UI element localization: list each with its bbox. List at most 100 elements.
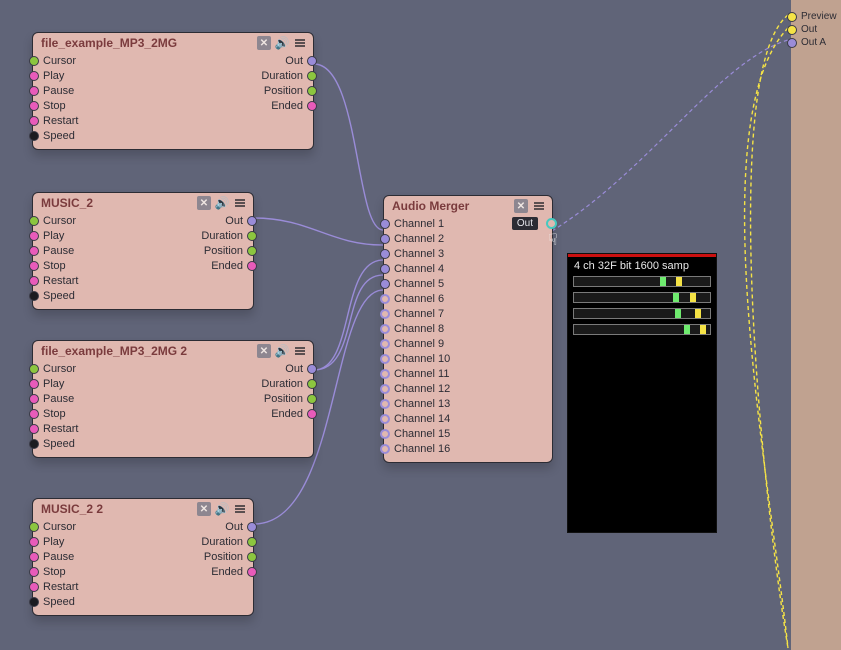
input-port[interactable]	[29, 409, 39, 419]
channel-label: Channel 6	[394, 293, 444, 305]
close-icon[interactable]: ✕	[514, 199, 528, 213]
channel-port[interactable]	[380, 294, 390, 304]
input-port[interactable]	[29, 291, 39, 301]
menu-icon[interactable]	[293, 344, 307, 358]
input-port[interactable]	[29, 56, 39, 66]
close-icon[interactable]: ✕	[197, 502, 211, 516]
output-label: Position	[264, 393, 303, 405]
merger-out-port[interactable]	[546, 218, 557, 229]
channel-port[interactable]	[380, 279, 390, 289]
output-port[interactable]	[247, 216, 257, 226]
channel-port[interactable]	[380, 369, 390, 379]
input-port[interactable]	[29, 86, 39, 96]
input-port[interactable]	[29, 567, 39, 577]
input-port[interactable]	[29, 582, 39, 592]
output-label: Duration	[261, 70, 303, 82]
node-file-example-mp3-2mg-2[interactable]: file_example_MP3_2MG 2 ✕ 🔊 CursorOutPlay…	[32, 340, 314, 458]
input-port[interactable]	[29, 394, 39, 404]
output-label: Position	[204, 551, 243, 563]
output-port[interactable]	[247, 552, 257, 562]
input-port[interactable]	[29, 71, 39, 81]
audio-meter	[573, 292, 711, 303]
audio-meter	[573, 276, 711, 287]
output-port[interactable]	[307, 409, 317, 419]
channel-port[interactable]	[380, 309, 390, 319]
channel-port[interactable]	[380, 444, 390, 454]
input-label: Pause	[43, 245, 74, 257]
input-port[interactable]	[29, 131, 39, 141]
node-audio-merger[interactable]: Audio Merger ✕ Channel 1OutChannel 2Chan…	[383, 195, 553, 463]
input-port[interactable]	[29, 231, 39, 241]
input-port[interactable]	[29, 522, 39, 532]
output-item[interactable]: Out	[791, 23, 841, 36]
input-port[interactable]	[29, 424, 39, 434]
speaker-icon[interactable]: 🔊	[215, 196, 229, 210]
input-port[interactable]	[29, 364, 39, 374]
close-icon[interactable]: ✕	[197, 196, 211, 210]
output-port[interactable]	[307, 379, 317, 389]
input-port[interactable]	[29, 116, 39, 126]
channel-label: Channel 5	[394, 278, 444, 290]
channel-port[interactable]	[380, 354, 390, 364]
channel-port[interactable]	[380, 219, 390, 229]
menu-icon[interactable]	[293, 36, 307, 50]
merger-out-label: Out	[512, 217, 538, 230]
close-icon[interactable]: ✕	[257, 36, 271, 50]
output-port[interactable]	[247, 522, 257, 532]
node-music-2-2[interactable]: MUSIC_2 2 ✕ 🔊 CursorOutPlayDurationPause…	[32, 498, 254, 616]
output-port[interactable]	[247, 537, 257, 547]
input-port[interactable]	[29, 101, 39, 111]
channel-port[interactable]	[380, 234, 390, 244]
menu-icon[interactable]	[233, 502, 247, 516]
input-port[interactable]	[29, 439, 39, 449]
output-port[interactable]	[307, 56, 317, 66]
speaker-icon[interactable]: 🔊	[275, 36, 289, 50]
input-port[interactable]	[29, 597, 39, 607]
channel-port[interactable]	[380, 264, 390, 274]
output-port[interactable]	[307, 101, 317, 111]
output-port[interactable]	[247, 261, 257, 271]
channel-port[interactable]	[380, 429, 390, 439]
close-icon[interactable]: ✕	[257, 344, 271, 358]
speaker-icon[interactable]: 🔊	[215, 502, 229, 516]
node-music-2[interactable]: MUSIC_2 ✕ 🔊 CursorOutPlayDurationPausePo…	[32, 192, 254, 310]
output-label: Duration	[201, 536, 243, 548]
channel-port[interactable]	[380, 249, 390, 259]
output-port[interactable]	[787, 12, 797, 22]
audio-meter-panel[interactable]: 4 ch 32F bit 1600 samp	[567, 253, 717, 533]
channel-port[interactable]	[380, 384, 390, 394]
input-port[interactable]	[29, 216, 39, 226]
input-port[interactable]	[29, 379, 39, 389]
input-port[interactable]	[29, 537, 39, 547]
output-port[interactable]	[307, 71, 317, 81]
channel-port[interactable]	[380, 324, 390, 334]
output-port[interactable]	[247, 567, 257, 577]
channel-port[interactable]	[380, 339, 390, 349]
output-port[interactable]	[787, 38, 797, 48]
output-item[interactable]: Preview	[791, 10, 841, 23]
speaker-icon[interactable]: 🔊	[275, 344, 289, 358]
channel-port[interactable]	[380, 414, 390, 424]
output-port[interactable]	[247, 231, 257, 241]
channel-port[interactable]	[380, 399, 390, 409]
input-label: Restart	[43, 275, 78, 287]
channel-label: Channel 16	[394, 443, 450, 455]
output-port[interactable]	[247, 246, 257, 256]
input-port[interactable]	[29, 552, 39, 562]
audio-meter	[573, 324, 711, 335]
output-item[interactable]: Out A	[791, 36, 841, 49]
output-port[interactable]	[307, 394, 317, 404]
output-label: Out	[801, 24, 817, 35]
output-label: Out	[285, 55, 303, 67]
menu-icon[interactable]	[233, 196, 247, 210]
output-port[interactable]	[787, 25, 797, 35]
menu-icon[interactable]	[532, 199, 546, 213]
node-file-example-mp3-2mg[interactable]: file_example_MP3_2MG ✕ 🔊 CursorOutPlayDu…	[32, 32, 314, 150]
output-port[interactable]	[307, 364, 317, 374]
input-port[interactable]	[29, 276, 39, 286]
input-port[interactable]	[29, 261, 39, 271]
input-port[interactable]	[29, 246, 39, 256]
input-label: Play	[43, 70, 64, 82]
node-canvas[interactable]: file_example_MP3_2MG ✕ 🔊 CursorOutPlayDu…	[0, 0, 841, 650]
output-port[interactable]	[307, 86, 317, 96]
